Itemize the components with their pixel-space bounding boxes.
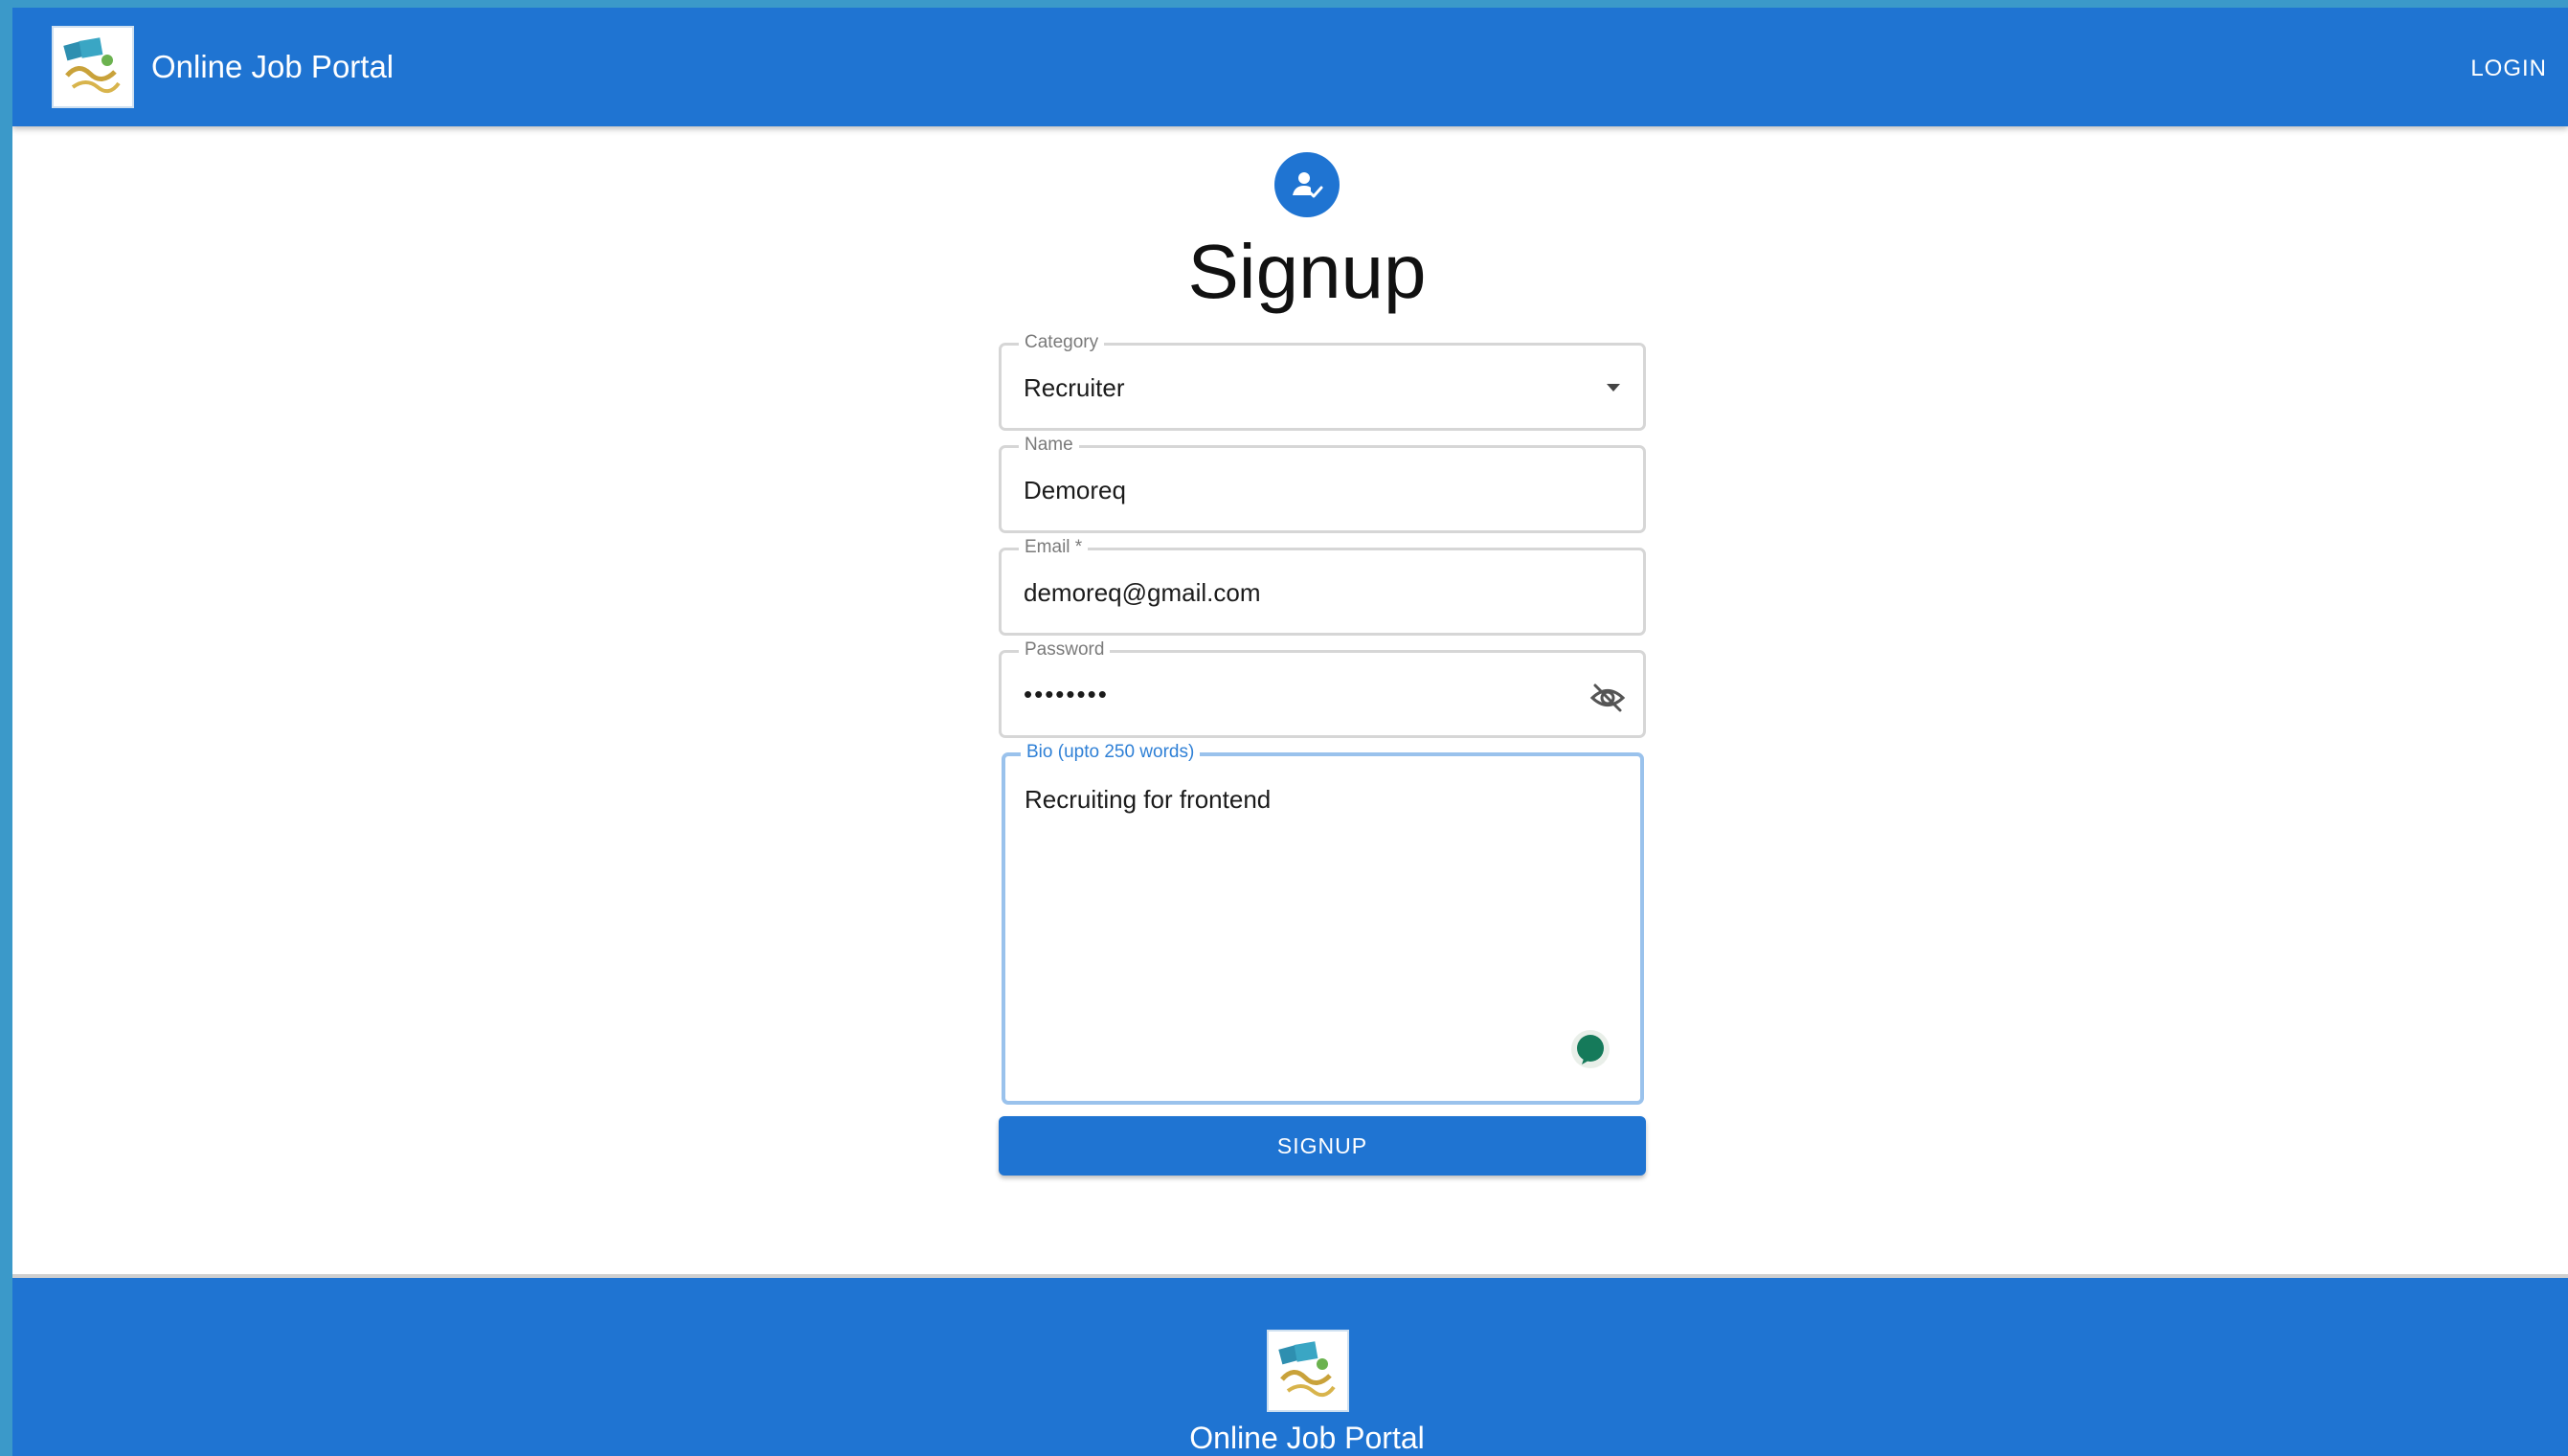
bio-textarea[interactable]: Bio (upto 250 words) Recruiting for fron… <box>1002 741 1644 1105</box>
category-select[interactable]: Category Recruiter <box>999 331 1646 431</box>
signup-button[interactable]: SIGNUP <box>999 1116 1646 1176</box>
page-title: Signup <box>1187 229 1427 314</box>
email-value: demoreq@gmail.com <box>1024 578 1261 607</box>
email-label: Email * <box>1019 536 1089 559</box>
email-field[interactable]: Email * demoreq@gmail.com <box>999 536 1646 636</box>
category-value: Recruiter <box>1024 373 1125 402</box>
footer-logo <box>1267 1330 1349 1412</box>
person-check-glyph <box>1293 172 1323 198</box>
grammar-assistant-icon[interactable] <box>1569 1028 1611 1070</box>
chevron-down-icon[interactable] <box>1607 384 1620 392</box>
header-logo[interactable] <box>52 26 134 108</box>
eye-off-icon[interactable] <box>1588 678 1628 718</box>
password-label: Password <box>1019 638 1111 661</box>
bio-label: Bio (upto 250 words) <box>1021 741 1201 764</box>
password-field[interactable]: Password •••••••• <box>999 638 1646 738</box>
name-label: Name <box>1019 434 1079 457</box>
bio-value: Recruiting for frontend <box>1025 785 1272 814</box>
app-window: Online Job Portal LOGIN Signup Category … <box>12 8 2568 1456</box>
job-logo-icon <box>63 37 121 94</box>
name-value: Demoreq <box>1024 476 1126 504</box>
category-label: Category <box>1019 331 1105 354</box>
login-button[interactable]: LOGIN <box>2470 56 2547 82</box>
password-value: •••••••• <box>1024 680 1109 708</box>
app-title: Online Job Portal <box>151 49 394 84</box>
footer-title: Online Job Portal <box>1189 1421 1425 1455</box>
person-check-icon <box>1274 152 1340 217</box>
name-field[interactable]: Name Demoreq <box>999 434 1646 533</box>
app-bar: Online Job Portal LOGIN <box>12 8 2568 126</box>
footer: Online Job Portal <box>12 1274 2568 1456</box>
job-logo-icon <box>1278 1341 1336 1398</box>
